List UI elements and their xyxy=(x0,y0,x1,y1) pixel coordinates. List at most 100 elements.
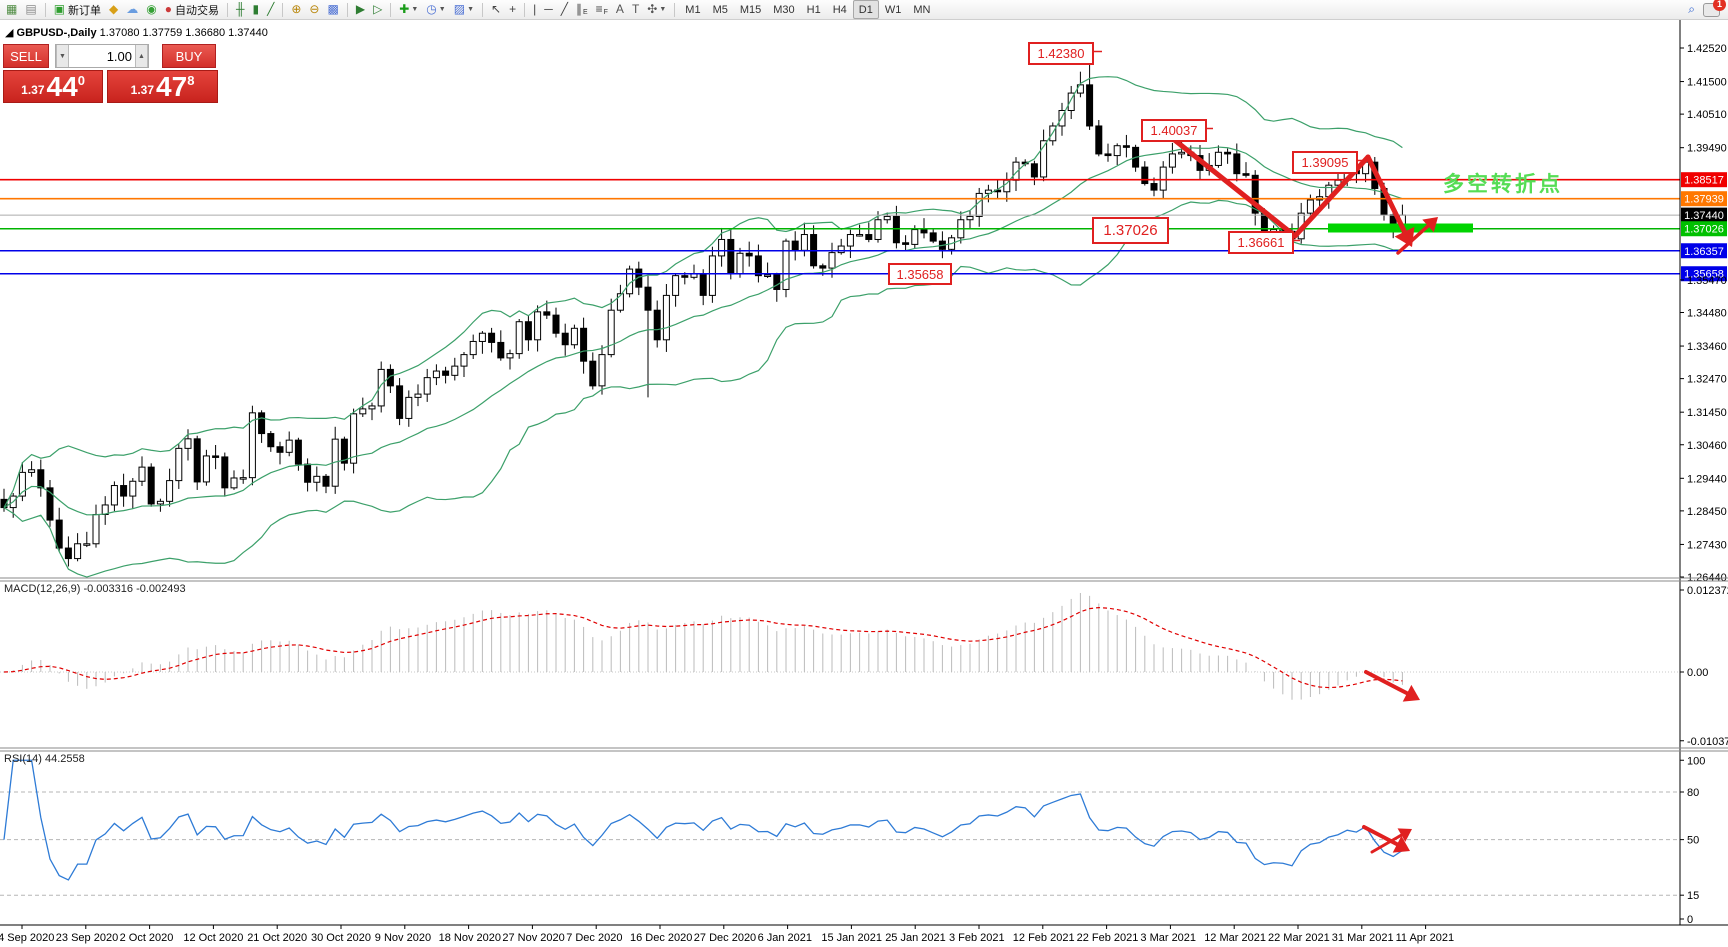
candle xyxy=(580,327,588,362)
trend-arrow-down[interactable] xyxy=(1365,154,1415,247)
cursor-button[interactable]: ↖ xyxy=(487,0,505,19)
date-tick: 21 Oct 2020 xyxy=(247,932,307,944)
toolbar-group-chart-types: ╫ ▮ ╱ xyxy=(230,0,280,19)
autotrading-button[interactable]: ● 自动交易 xyxy=(161,0,223,19)
price-label[interactable]: 1.40037 xyxy=(1141,119,1207,142)
macd-panel xyxy=(0,592,1680,700)
signals-button[interactable]: ◉ xyxy=(142,0,160,19)
date-tick: 2 Oct 2020 xyxy=(120,932,174,944)
bollinger-lower[interactable] xyxy=(3,199,1403,578)
price-label[interactable]: 1.36661 xyxy=(1228,231,1294,254)
toolbar-separator xyxy=(282,2,284,17)
tf-w1-button[interactable]: W1 xyxy=(879,0,908,19)
auto-scroll-button[interactable]: ▶ xyxy=(352,0,369,19)
templates-caret-icon[interactable]: ▼ xyxy=(467,6,474,13)
volume-increase-button[interactable]: ▲ xyxy=(135,45,148,67)
sell-price[interactable]: 1.37 44 0 xyxy=(3,70,104,103)
tf-m5-button[interactable]: M5 xyxy=(707,0,734,19)
chart-shift-icon: ▷ xyxy=(373,2,383,16)
chart-shift-button[interactable]: ▷ xyxy=(369,0,386,19)
candle xyxy=(423,377,431,395)
crosshair-button[interactable]: + xyxy=(505,0,520,19)
candle xyxy=(147,466,155,505)
tf-mn-button[interactable]: MN xyxy=(907,0,936,19)
mt4-window: { "toolbar": { "groups": [ {"name":"char… xyxy=(0,0,1728,947)
sell-button[interactable]: SELL xyxy=(3,44,49,68)
line-chart-button[interactable]: ╱ xyxy=(263,0,278,19)
price-label[interactable]: 1.35658 xyxy=(888,263,952,285)
date-tick: 14 Sep 2020 xyxy=(0,932,54,944)
rsi-axis-tick: 100 xyxy=(1687,755,1705,767)
arrows-button[interactable]: ✣ ▼ xyxy=(643,0,670,19)
candlestick-chart-icon: ▮ xyxy=(252,2,260,16)
candle xyxy=(478,332,486,342)
rsi-panel xyxy=(0,759,1680,896)
candle xyxy=(653,309,661,341)
buy-price-sup: 8 xyxy=(187,73,195,88)
templates-button[interactable]: ▨ ▼ xyxy=(450,0,478,19)
search-button[interactable]: ⌕ xyxy=(1684,0,1699,19)
svg-text:1.37939: 1.37939 xyxy=(1684,194,1724,206)
vertical-line-button[interactable]: | xyxy=(529,0,540,19)
price-label[interactable]: 1.42380 xyxy=(1028,42,1094,65)
buy-price[interactable]: 1.37 47 8 xyxy=(107,70,218,103)
periods-caret-icon[interactable]: ▼ xyxy=(439,6,446,13)
candle xyxy=(55,519,63,549)
candle xyxy=(313,475,321,483)
zoom-in-button[interactable]: ⊕ xyxy=(287,0,305,19)
vertical-line-icon: | xyxy=(533,2,537,16)
community-button[interactable]: ☁ xyxy=(122,0,142,19)
candle xyxy=(1159,166,1167,191)
zoom-out-button[interactable]: ⊖ xyxy=(305,0,323,19)
text-label-button[interactable]: T xyxy=(628,0,643,19)
price-label[interactable]: 1.37026 xyxy=(1092,217,1169,244)
indicators-button[interactable]: ✚ ▼ xyxy=(395,0,422,19)
chart-area[interactable]: 1.38517 1.37939 1.37440 1.37026 1.36357 1.356… xyxy=(0,0,1728,947)
candle xyxy=(764,274,772,277)
fibonacci-button[interactable]: ≡ F xyxy=(592,0,612,19)
candlestick-chart-button[interactable]: ▮ xyxy=(249,0,264,19)
market-button[interactable]: ◆ xyxy=(105,0,122,19)
candle xyxy=(285,439,293,453)
candle xyxy=(83,543,91,546)
collapse-marker-icon[interactable]: ◢ xyxy=(5,27,13,39)
new-chart-button[interactable]: ▦ xyxy=(2,0,21,19)
volume-input[interactable] xyxy=(69,48,135,64)
alerts-button[interactable]: 1 xyxy=(1699,0,1726,19)
volume-decrease-button[interactable]: ▼ xyxy=(56,45,69,67)
rsi-axis-tick: 15 xyxy=(1687,890,1699,902)
equidistant-channel-button[interactable]: ∥ E xyxy=(572,0,592,19)
text-button[interactable]: A xyxy=(612,0,628,19)
candle xyxy=(1224,151,1232,155)
candle xyxy=(405,396,413,419)
profiles-button[interactable]: ▤ xyxy=(21,0,40,19)
tf-d1-button[interactable]: D1 xyxy=(852,0,879,19)
toolbar-separator xyxy=(674,2,676,17)
turning-point-annotation[interactable]: 多空转折点 xyxy=(1443,168,1563,198)
candle xyxy=(552,314,560,334)
tf-h4-button[interactable]: H4 xyxy=(827,0,853,19)
tile-windows-button[interactable]: ▩ xyxy=(323,0,342,19)
tf-m1-button[interactable]: M1 xyxy=(679,0,706,19)
candle xyxy=(497,341,505,359)
buy-button[interactable]: BUY xyxy=(162,44,216,68)
new-order-button[interactable]: ▣ 新订单 xyxy=(50,0,105,19)
axis-tick: 1.40510 xyxy=(1687,109,1727,121)
arrows-caret-icon[interactable]: ▼ xyxy=(659,6,666,13)
indicators-caret-icon[interactable]: ▼ xyxy=(411,6,418,13)
price-label[interactable]: 1.39095 xyxy=(1292,151,1358,174)
candle xyxy=(1086,84,1094,127)
tf-h1-button[interactable]: H1 xyxy=(801,0,827,19)
candle xyxy=(662,294,670,341)
bar-chart-button[interactable]: ╫ xyxy=(232,0,249,19)
candle xyxy=(258,412,266,435)
axis-tick: 1.27430 xyxy=(1687,539,1727,551)
trend-line-button[interactable]: ╱ xyxy=(557,0,572,19)
date-tick: 9 Nov 2020 xyxy=(375,932,431,944)
tf-m15-button[interactable]: M15 xyxy=(734,0,767,19)
periods-button[interactable]: ◷ ▼ xyxy=(422,0,449,19)
horizontal-line-button[interactable]: ─ xyxy=(540,0,557,19)
tf-m30-button[interactable]: M30 xyxy=(767,0,800,19)
candle xyxy=(138,466,146,482)
rsi-axis-tick: 80 xyxy=(1687,787,1699,799)
